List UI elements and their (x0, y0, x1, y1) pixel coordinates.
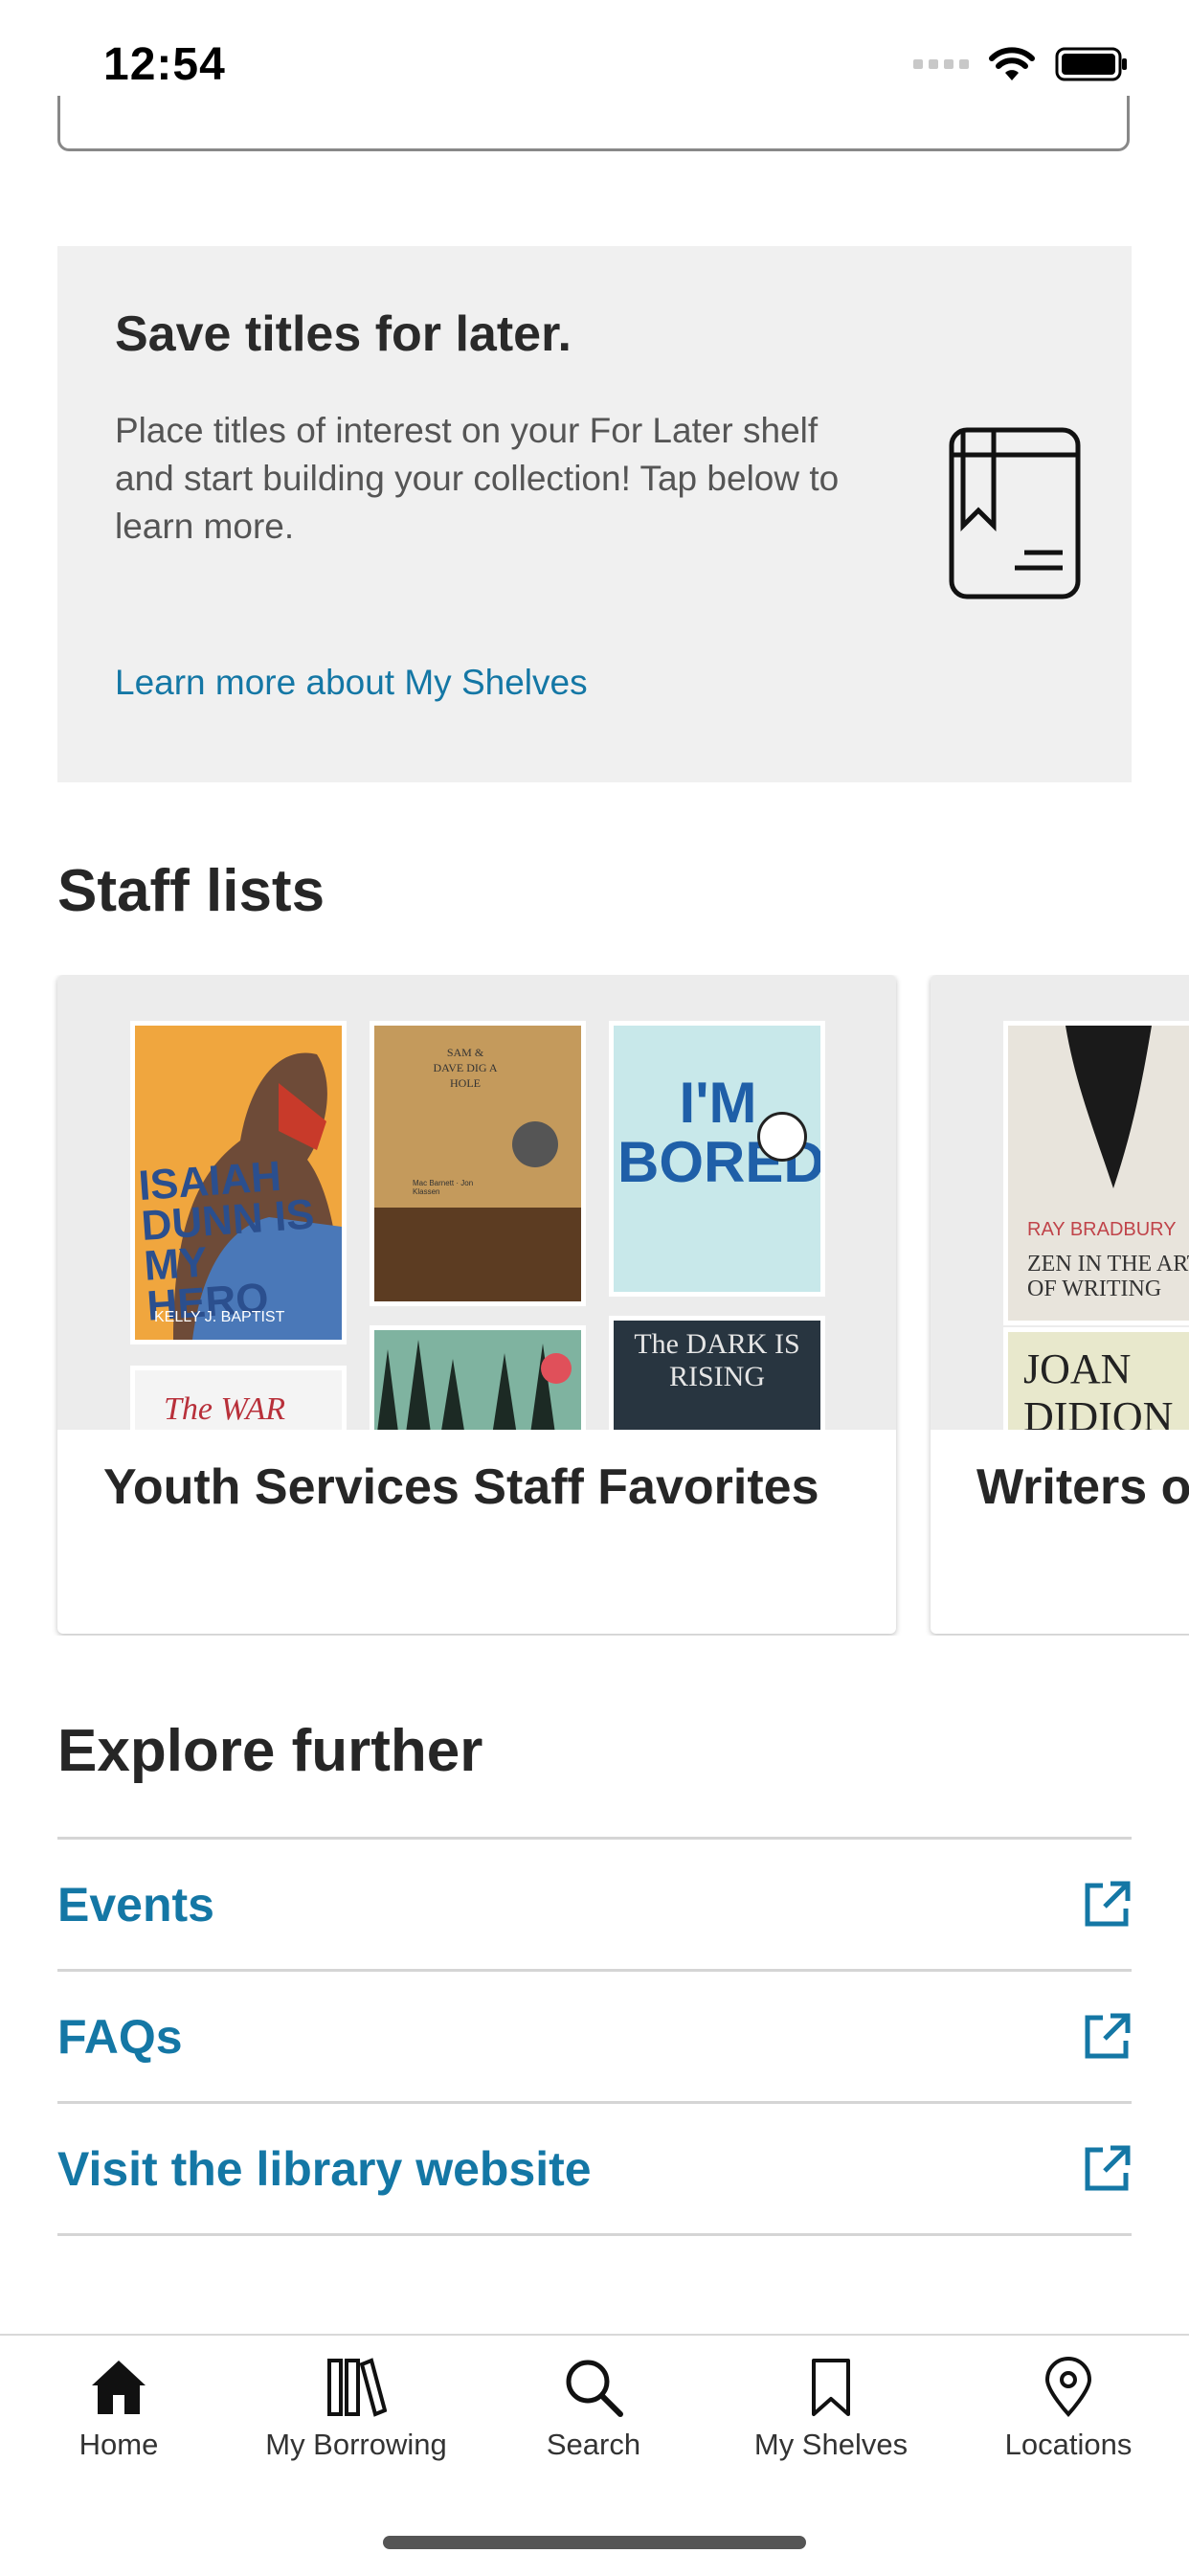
promo-body: Place titles of interest on your For Lat… (115, 411, 840, 546)
explore-link-label[interactable]: FAQs (57, 2009, 183, 2065)
search-icon (566, 2360, 623, 2417)
bookmark-icon (812, 2359, 850, 2416)
staff-lists-heading: Staff lists (57, 858, 325, 924)
book-cover: The DARK IS RISING (609, 1316, 825, 1430)
cover-title: ZEN IN THE ART OF WRITING (1027, 1252, 1189, 1301)
learn-more-my-shelves-link[interactable]: Learn more about My Shelves (115, 663, 588, 703)
tab-label: My Borrowing (265, 2428, 447, 2461)
promo-title: Save titles for later. (115, 306, 572, 362)
cover-title: The WAR that (164, 1391, 285, 1430)
tab-my-borrowing[interactable]: My Borrowing (237, 2357, 475, 2462)
shelf-book-icon (949, 427, 1081, 599)
tab-label: Locations (1004, 2428, 1133, 2461)
staff-lists-carousel[interactable]: ISAIAH DUNN IS MY HERO KELLY J. BAPTIST … (0, 975, 1189, 1636)
cover-title: SAM & DAVE DIG A HOLE (433, 1046, 498, 1090)
cover-author: RAY BRADBURY (1027, 1219, 1177, 1240)
status-time: 12:54 (103, 39, 226, 90)
cover-title: The DARK IS RISING (634, 1328, 800, 1392)
tab-my-shelves[interactable]: My Shelves (712, 2357, 950, 2462)
explore-link-events[interactable]: Events (57, 1837, 1132, 1969)
tab-locations[interactable]: Locations (950, 2357, 1187, 2462)
save-titles-promo: Save titles for later. Place titles of i… (57, 246, 1132, 782)
cover-collage: ISAIAH DUNN IS MY HERO KELLY J. BAPTIST … (57, 975, 896, 1430)
tab-home[interactable]: Home (0, 2357, 237, 2462)
explore-further-heading: Explore further (57, 1718, 483, 1784)
books-icon (327, 2358, 387, 2417)
cover-title: JOAN DIDION (1023, 1345, 1174, 1430)
home-indicator[interactable] (383, 2536, 806, 2549)
external-link-icon (1085, 2145, 1131, 2190)
location-pin-icon (1044, 2357, 1092, 2417)
tab-label: My Shelves (753, 2428, 909, 2461)
home-icon (92, 2361, 146, 2414)
cover-title: ISAIAH DUNN IS MY HERO (137, 1152, 316, 1330)
cover-collage: RAY BRADBURY ZEN IN THE ART OF WRITING J… (931, 975, 1189, 1430)
cellular-signal-icon (913, 59, 969, 69)
wifi-icon (989, 47, 1035, 80)
staff-list-title[interactable]: Writers o (976, 1458, 1189, 1516)
explore-link-library-website[interactable]: Visit the library website (57, 2101, 1132, 2236)
status-icons (913, 46, 1128, 82)
external-link-icon (1085, 1881, 1131, 1926)
tab-search[interactable]: Search (475, 2357, 712, 2462)
book-cover: SAM & DAVE DIG A HOLE Mac Barnett · Jon … (370, 1021, 586, 1306)
tab-label: Search (546, 2428, 641, 2461)
book-cover: I'M BORED (609, 1021, 825, 1297)
book-cover: The WAR that (130, 1366, 347, 1430)
staff-list-card[interactable]: RAY BRADBURY ZEN IN THE ART OF WRITING J… (931, 975, 1189, 1634)
staff-list-title[interactable]: Youth Services Staff Favorites (103, 1458, 819, 1516)
explore-link-label[interactable]: Visit the library website (57, 2141, 592, 2197)
previous-card-bottom-edge (57, 96, 1130, 151)
battery-icon (1055, 47, 1127, 81)
external-link-icon (1085, 2013, 1131, 2058)
tab-label: Home (79, 2428, 159, 2461)
cover-author: Mac Barnett · Jon Klassen (413, 1179, 474, 1196)
book-cover (370, 1325, 586, 1430)
book-cover: RAY BRADBURY ZEN IN THE ART OF WRITING (1003, 1021, 1189, 1325)
book-cover: ISAIAH DUNN IS MY HERO KELLY J. BAPTIST (130, 1021, 347, 1344)
explore-link-faqs[interactable]: FAQs (57, 1969, 1132, 2101)
staff-list-card[interactable]: ISAIAH DUNN IS MY HERO KELLY J. BAPTIST … (57, 975, 896, 1634)
explore-link-label[interactable]: Events (57, 1877, 214, 1932)
book-cover: JOAN DIDION (1003, 1327, 1189, 1430)
explore-links-list: Events FAQs Visit the library website (57, 1837, 1132, 2236)
cover-author: KELLY J. BAPTIST (154, 1309, 285, 1325)
